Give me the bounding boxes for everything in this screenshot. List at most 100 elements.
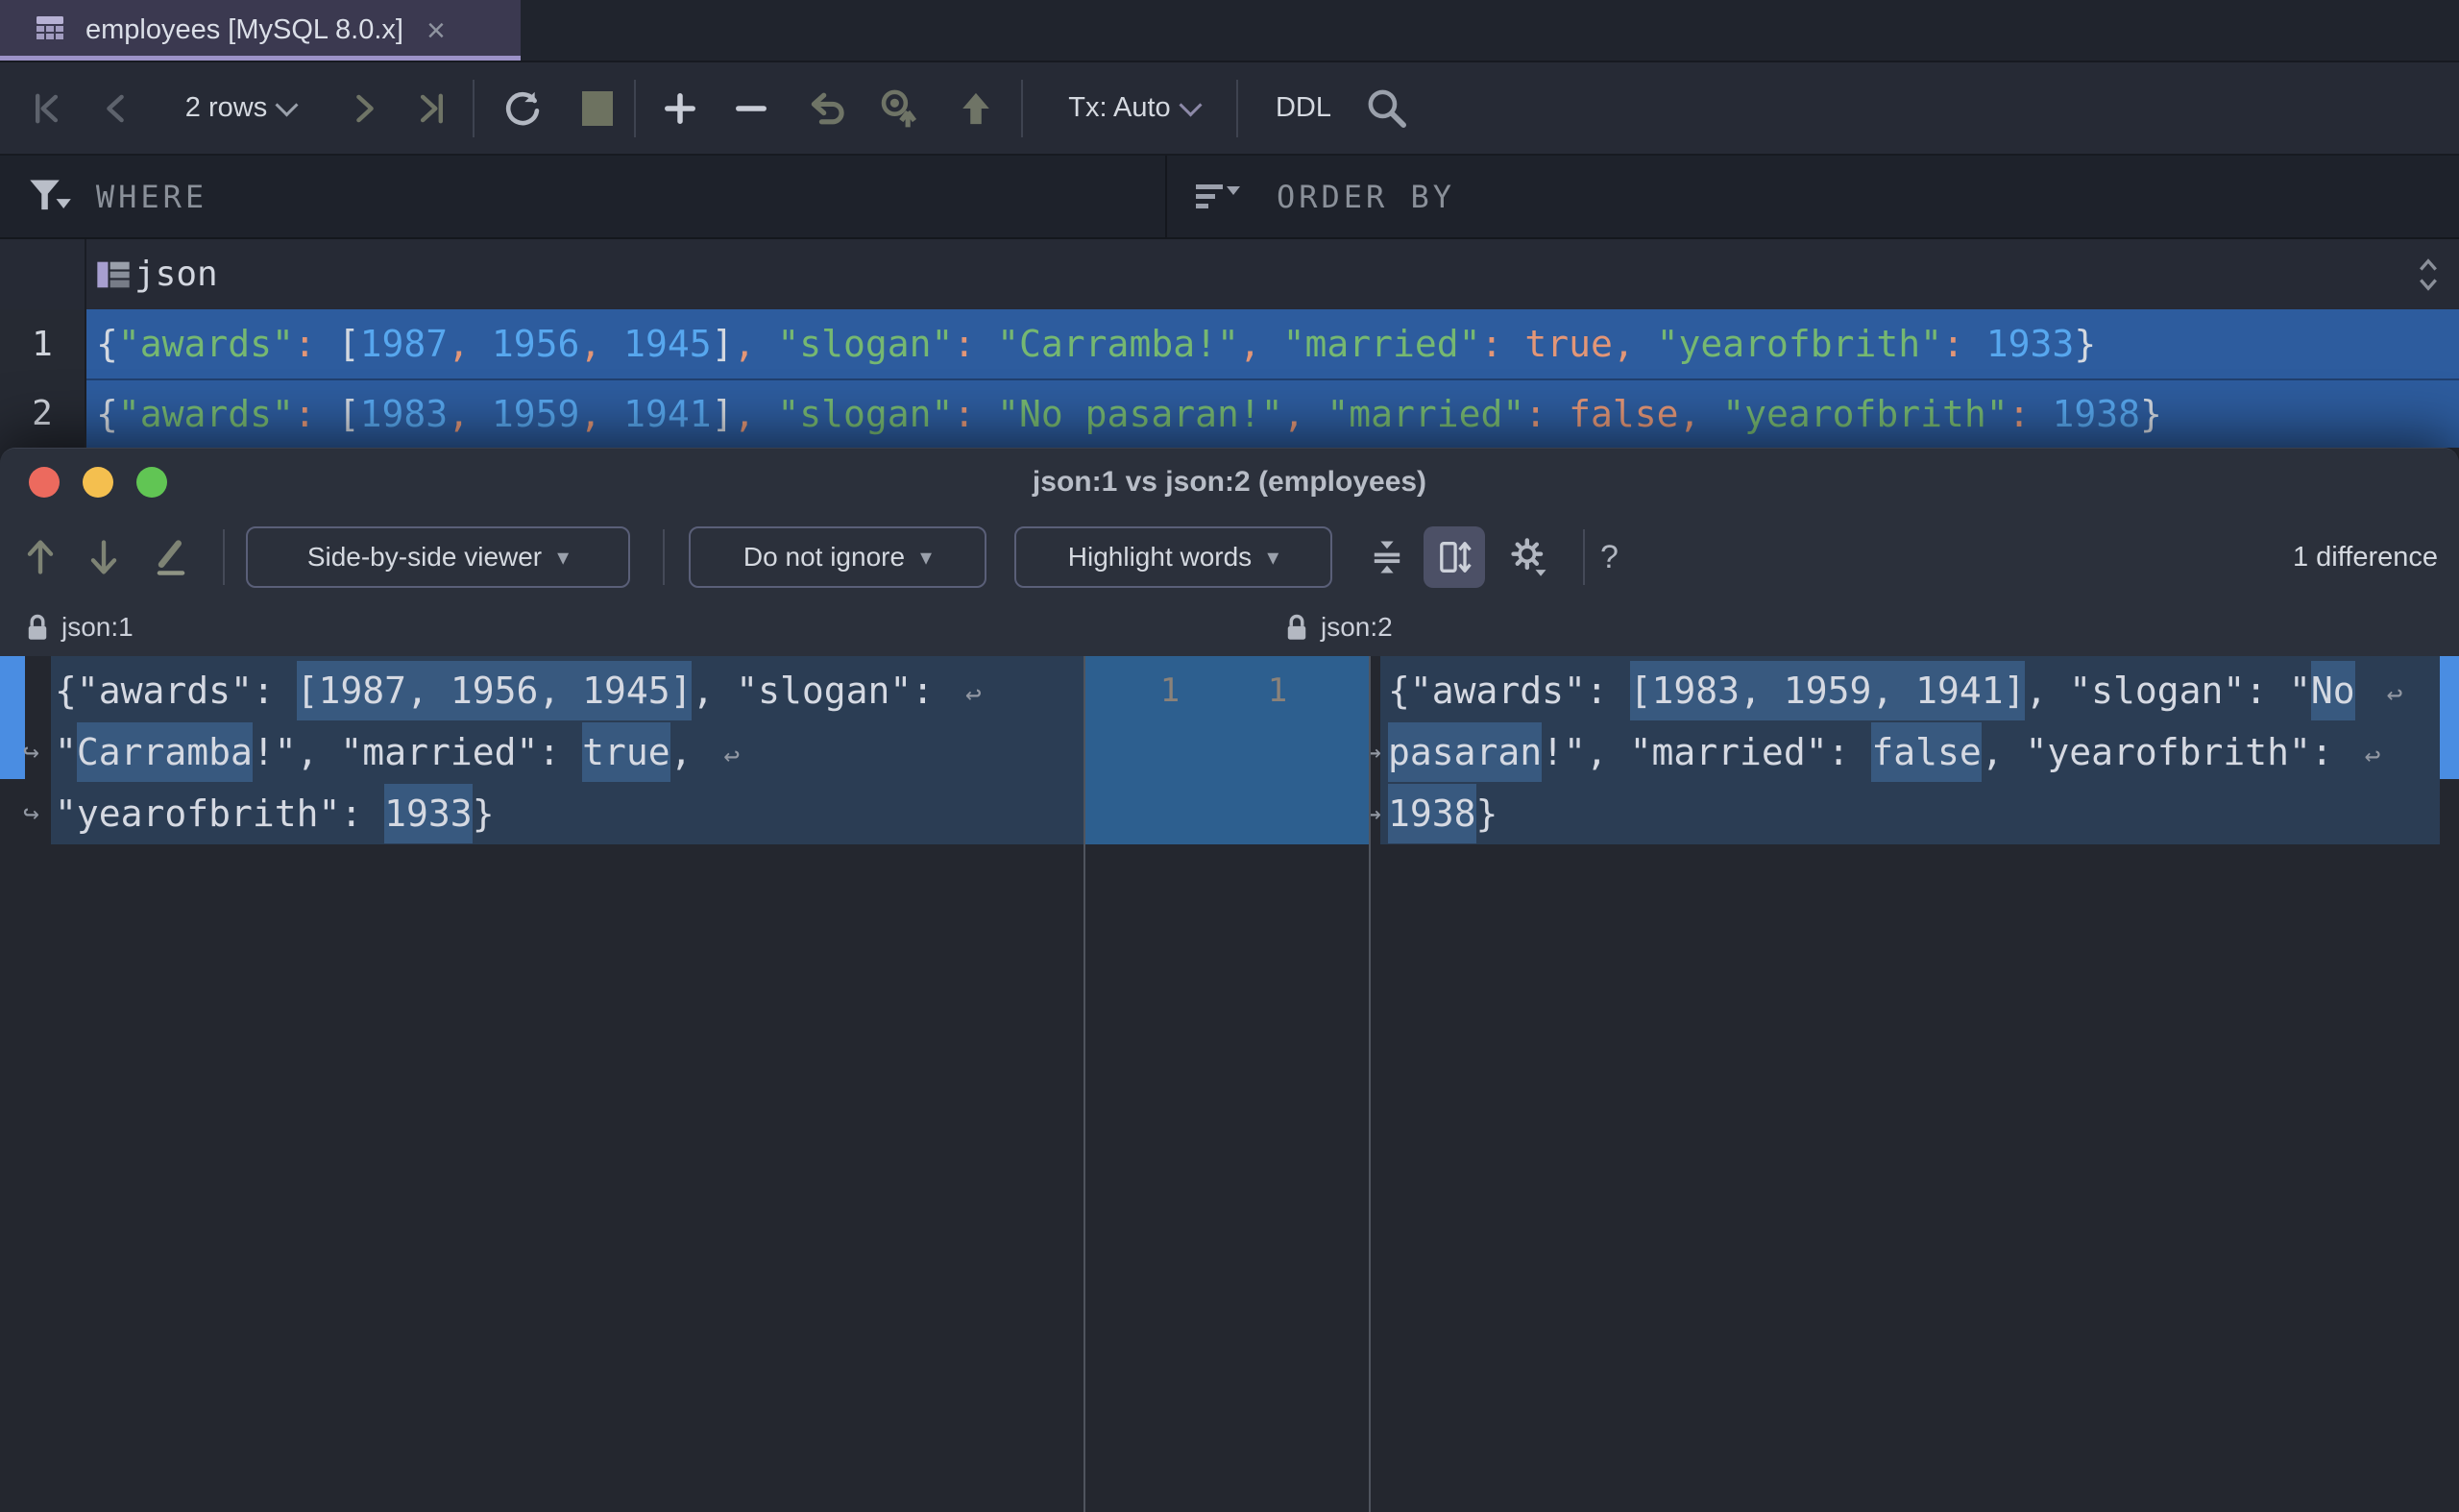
grid-header: json [0,239,2459,311]
row-number: 2 [32,393,53,433]
toolbar-separator [223,529,225,585]
help-label: ? [1600,538,1619,575]
wrap-indicator-icon: ↩ [2364,740,2381,771]
app-window: employees [MySQL 8.0.x] × 2 rows Tx: Aut… [0,0,2459,1512]
previous-difference-button[interactable] [21,516,75,598]
ignore-policy-dropdown[interactable]: Do not ignore ▾ [689,526,986,588]
ddl-button[interactable]: DDL [1260,62,1347,154]
toolbar-separator [1021,80,1023,137]
dropdown-arrow-icon: ▾ [920,544,933,571]
gutter-line-number: 1 [1267,671,1288,710]
previous-page-button[interactable] [88,62,142,154]
highlight-mode-label: Highlight words [1067,542,1253,572]
toolbar-separator [1583,529,1585,585]
order-by-label: ORDER BY [1276,178,1456,215]
toolbar-separator [473,80,475,137]
lock-icon [28,614,47,640]
chevron-down-icon [1179,93,1203,117]
filter-funnel-icon[interactable] [23,156,77,237]
gear-settings-button[interactable] [1498,526,1560,588]
wrap-indicator-icon: ↩ [2386,678,2403,710]
highlight-mode-dropdown[interactable]: Highlight words ▾ [1014,526,1332,588]
first-page-button[interactable] [17,62,75,154]
ddl-label: DDL [1275,92,1331,123]
diff-content: {"awards": [1987, 1956, 1945], "slogan":… [0,656,2459,1512]
diff-line: {"awards": [1987, 1956, 1945], "slogan":… [0,660,1083,721]
add-row-button[interactable] [651,62,709,154]
filter-separator [1165,156,1167,237]
diff-pane-headers: json:1 json:2 [0,598,2459,658]
grid-rows: 1 {"awards": [1987, 1956, 1945], "slogan"… [0,309,2459,448]
search-button[interactable] [1356,62,1418,154]
diff-dialog: json:1 vs json:2 (employees) Side-by-sid… [0,448,2459,1512]
delete-row-button[interactable] [722,62,780,154]
stop-button[interactable] [569,62,626,154]
diff-line: ↪pasaran!", "married": false, "yearofbri… [1371,721,2459,783]
wrap-indicator-icon: ↪ [23,736,39,768]
ignore-policy-label: Do not ignore [743,542,906,572]
left-pane-title: json:1 [61,612,134,642]
table-row[interactable]: 2 {"awards": [1983, 1959, 1941], "slogan"… [0,378,2459,448]
tab-close-icon[interactable]: × [426,14,446,47]
diff-line: ↪ "Carramba!", "married": true, ↩ [0,721,1083,783]
wrap-indicator-icon: ↪ [1371,783,1381,844]
table-grid-icon [32,10,68,51]
last-page-button[interactable] [403,62,461,154]
diff-gutter: 11 [1083,656,1371,1512]
table-row[interactable]: 1 {"awards": [1987, 1956, 1945], "slogan"… [0,309,2459,378]
wrap-indicator-icon: ↩ [965,678,982,710]
rows-count-label: 2 rows [184,92,268,123]
diff-line: {"awards": [1983, 1959, 1941], "slogan":… [1371,660,2459,721]
tx-mode-label: Tx: Auto [1068,92,1171,123]
diff-right-editor[interactable]: {"awards": [1983, 1959, 1941], "slogan":… [1371,656,2459,1512]
next-page-button[interactable] [338,62,392,154]
viewer-mode-dropdown[interactable]: Side-by-side viewer ▾ [246,526,630,588]
dropdown-arrow-icon: ▾ [557,544,570,571]
toolbar-separator [663,529,665,585]
column-icon [92,239,134,309]
row-selection: {"awards": [1983, 1959, 1941], "slogan":… [85,378,2459,448]
right-pane-title: json:2 [1321,612,1393,642]
dialog-title-bar[interactable]: json:1 vs json:2 (employees) [0,449,2459,516]
chevron-down-icon [275,93,299,117]
wrap-indicator-icon: ↪ [1371,721,1381,783]
edit-pencil-icon[interactable] [152,516,206,598]
diff-left-editor[interactable]: {"awards": [1987, 1956, 1945], "slogan":… [0,656,1083,1512]
collapse-unchanged-button[interactable] [1356,526,1418,588]
stop-square-icon [582,90,613,126]
tab-bar: employees [MySQL 8.0.x] × [0,0,2459,62]
filter-row: WHERE ORDER BY [0,156,2459,239]
wrap-indicator-icon: ↪ [23,797,39,829]
wrap-indicator-icon: ↩ [723,740,741,771]
diff-line: ↪ "yearofbrith": 1933} [0,783,1083,844]
toolbar-separator [634,80,636,137]
submit-button[interactable] [945,62,1007,154]
order-by-icon[interactable] [1189,156,1247,237]
transaction-mode-selector[interactable]: Tx: Auto [1047,62,1220,154]
row-number: 1 [32,324,53,364]
lock-icon [1287,614,1306,640]
row-json-text: {"awards": [1983, 1959, 1941], "slogan":… [96,393,2162,435]
row-selection: {"awards": [1987, 1956, 1945], "slogan":… [85,309,2459,378]
help-button[interactable]: ? [1600,516,1654,598]
tab-employees[interactable]: employees [MySQL 8.0.x] × [0,0,521,61]
order-by-field[interactable]: ORDER BY [1260,156,1472,237]
revert-button[interactable] [795,62,857,154]
reload-button[interactable] [492,62,553,154]
viewer-mode-label: Side-by-side viewer [306,542,543,572]
row-json-text: {"awards": [1987, 1956, 1945], "slogan":… [96,323,2097,365]
diff-toolbar: Side-by-side viewer ▾ Do not ignore ▾ Hi… [0,516,2459,598]
next-difference-button[interactable] [85,516,138,598]
gutter-line-number: 1 [1159,671,1181,710]
column-sort-icon[interactable] [2401,239,2455,309]
tab-title: employees [MySQL 8.0.x] [85,14,403,45]
column-header-json[interactable]: json [134,239,218,309]
main-toolbar: 2 rows Tx: Auto DDL [0,62,2459,156]
page-size-selector[interactable]: 2 rows [154,62,327,154]
difference-count: 1 difference [2292,541,2438,573]
toolbar-separator [1236,80,1238,137]
where-filter-field[interactable]: WHERE [85,156,219,237]
preview-changes-button[interactable] [868,62,930,154]
pane-divider [1083,656,1085,1512]
synchronize-scrolling-button[interactable] [1424,526,1485,588]
